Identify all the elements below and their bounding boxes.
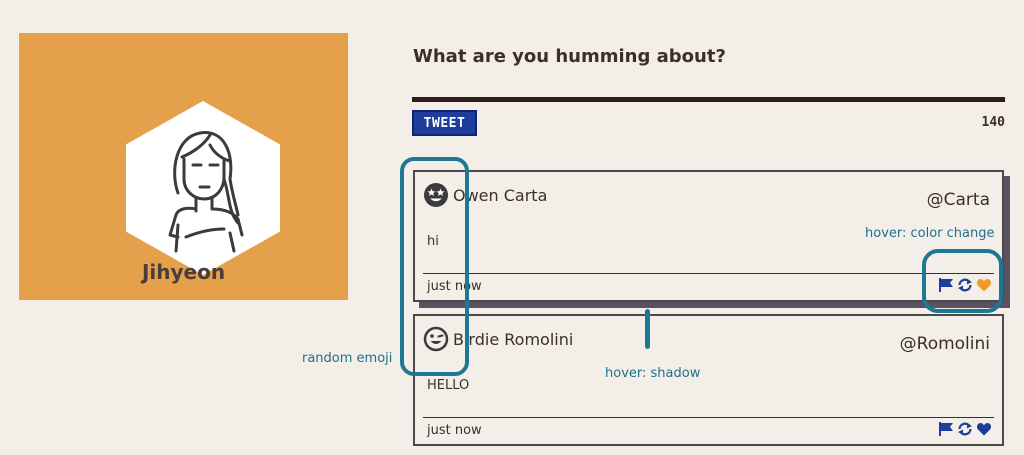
tweet-author-name: Birdie Romolini — [453, 329, 574, 349]
emoji-highlight — [400, 157, 469, 376]
annotation-random-emoji: random emoji — [302, 351, 393, 366]
char-counter: 140 — [981, 115, 1005, 130]
tweet-button[interactable]: TWEET — [412, 110, 477, 136]
tweet-time: just now — [427, 423, 482, 438]
girl-avatar-icon — [168, 131, 244, 253]
tweet-message: HELLO — [427, 378, 470, 393]
tweet-divider — [423, 273, 994, 274]
retweet-icon[interactable] — [957, 421, 973, 437]
profile-card: Jihyeon — [19, 33, 348, 300]
annotation-hover-color: hover: color change — [865, 226, 995, 241]
tweet-card[interactable]: Birdie Romolini @Romolini HELLO just now — [413, 314, 1004, 446]
avatar — [126, 101, 280, 275]
annotation-hover-shadow: hover: shadow — [605, 366, 701, 381]
shadow-pointer — [645, 309, 650, 349]
heart-icon[interactable] — [976, 421, 992, 437]
tweet-handle: @Romolini — [899, 334, 990, 354]
actions-highlight — [922, 249, 1003, 313]
flag-icon[interactable] — [938, 421, 954, 437]
tweet-handle: @Carta — [926, 190, 990, 210]
profile-name: Jihyeon — [141, 260, 226, 284]
tweet-actions — [938, 421, 992, 437]
compose-prompt[interactable]: What are you humming about? — [413, 46, 726, 67]
compose-divider — [412, 97, 1005, 102]
tweet-divider — [423, 417, 994, 418]
